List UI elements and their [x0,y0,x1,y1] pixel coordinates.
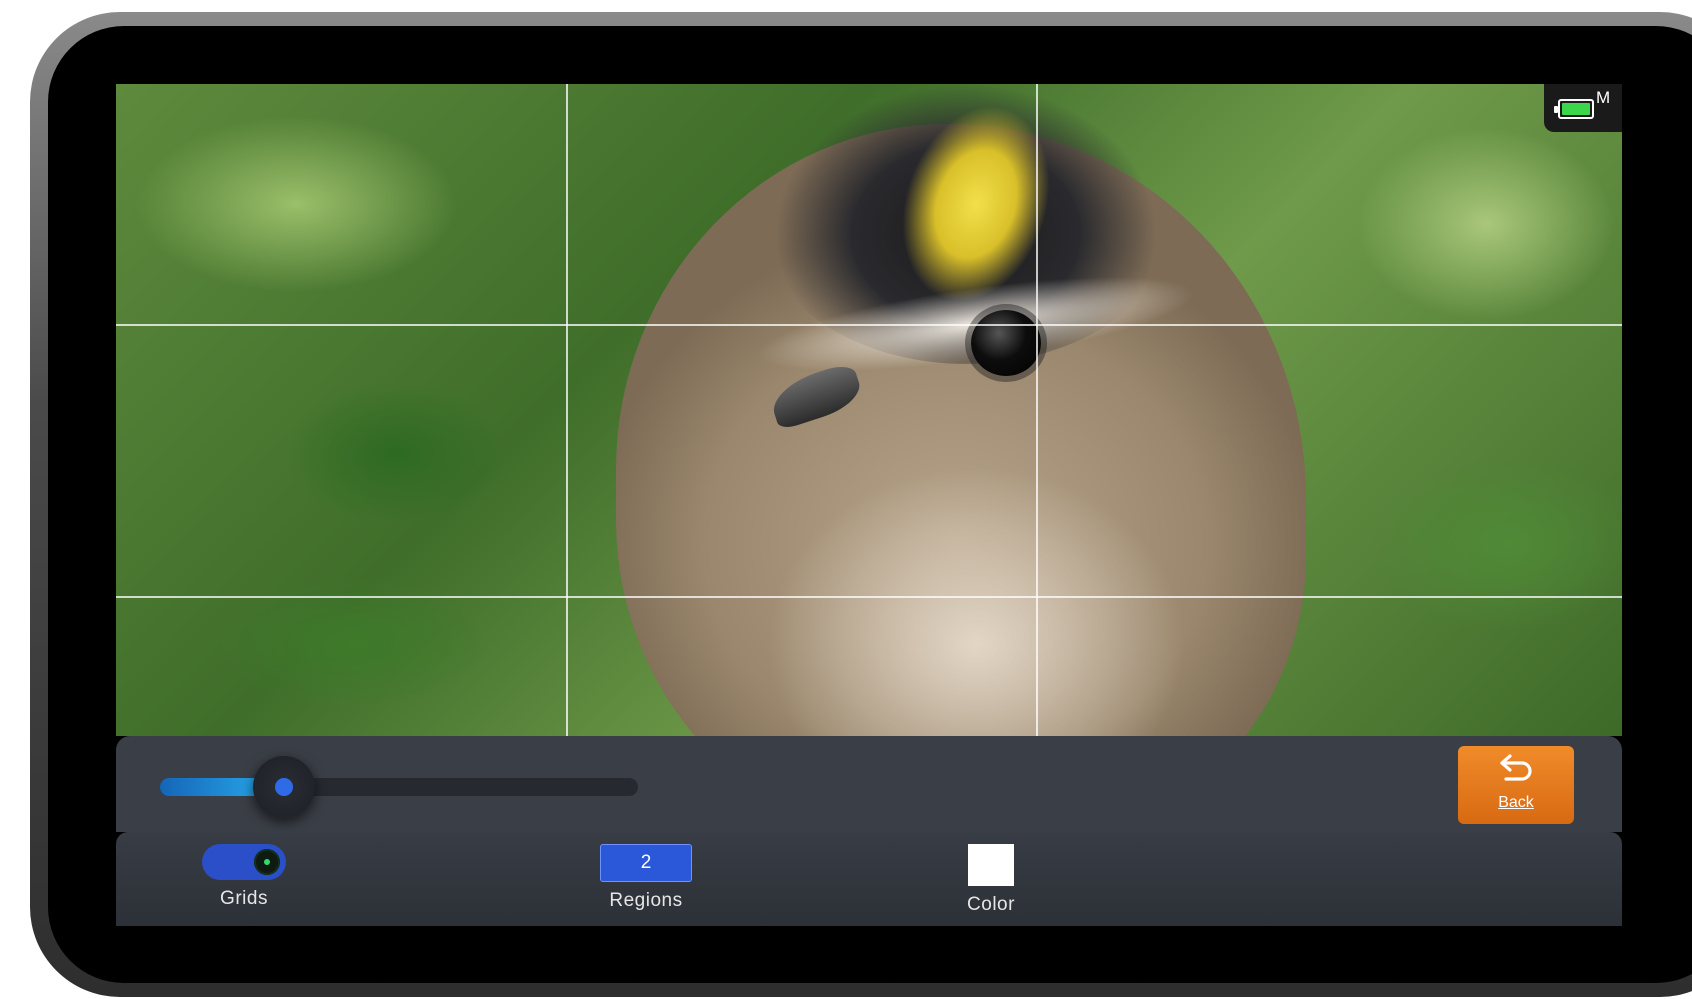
color-swatch[interactable] [968,844,1014,886]
battery-mode-label: M [1596,88,1611,107]
color-tool: Color [936,844,1046,916]
camera-preview[interactable]: M [116,84,1622,736]
back-button[interactable]: Back [1458,746,1574,824]
regions-value-button[interactable]: 2 [600,844,692,882]
grids-tool: Grids [188,844,300,910]
slider-thumb-dot [275,778,294,796]
back-arrow-icon [1500,754,1532,781]
battery-status: M [1544,84,1622,132]
grid-line-horizontal [116,324,1622,326]
battery-level [1562,103,1590,115]
slider-track[interactable] [160,756,638,818]
grids-label: Grids [220,888,268,909]
regions-label: Regions [609,890,683,911]
toggle-knob [254,849,280,875]
back-button-label: Back [1498,794,1534,811]
slider-panel: Back [116,736,1622,832]
regions-tool: 2 Regions [576,844,716,912]
grid-line-horizontal [116,596,1622,598]
slider-thumb[interactable] [253,756,316,818]
screen: M Back Grids 2 Regions Color [116,84,1622,926]
grid-line-vertical [1036,84,1038,736]
battery-icon [1554,99,1594,119]
color-label: Color [967,894,1015,915]
grids-toggle[interactable] [202,844,286,880]
bottom-toolbar: Grids 2 Regions Color [116,832,1622,926]
grid-line-vertical [566,84,568,736]
bird-eye [971,310,1041,376]
